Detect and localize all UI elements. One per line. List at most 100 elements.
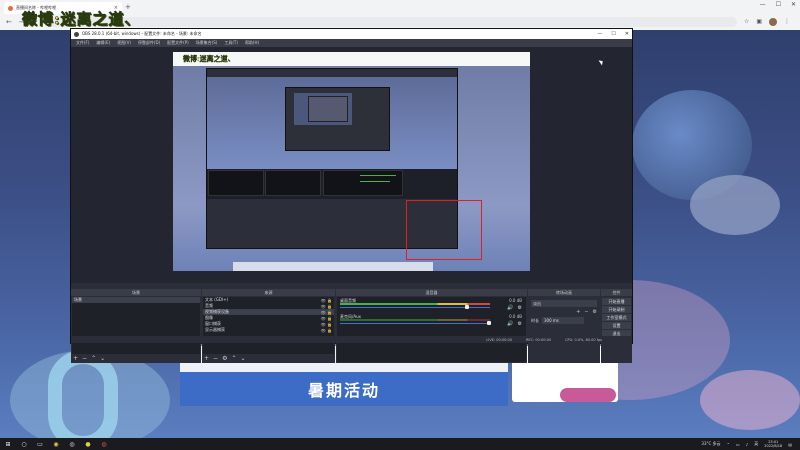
duration-input[interactable]: 300 ms bbox=[542, 317, 584, 324]
clock[interactable]: 23:01 2022/8/18 bbox=[764, 440, 782, 449]
menu-scene-collection[interactable]: 场景集合(S) bbox=[196, 40, 218, 46]
maximize-button[interactable]: ☐ bbox=[776, 1, 781, 8]
volume-fader[interactable] bbox=[340, 323, 490, 324]
notification-icon[interactable]: ▤ bbox=[788, 442, 792, 447]
visibility-lock-icons: 👁 🔒 bbox=[320, 321, 332, 327]
speaker-icon[interactable]: 🔊 bbox=[507, 321, 513, 327]
menu-help[interactable]: 帮助(H) bbox=[245, 40, 259, 46]
source-item[interactable]: 显示器捕获 👁 🔒 bbox=[203, 327, 334, 333]
nested-mixer-dock bbox=[323, 170, 403, 196]
transitions-dock: 转场动画 淡出 + − ⚙ 时长 300 ms bbox=[528, 289, 600, 363]
app-icon[interactable]: ● bbox=[80, 438, 96, 450]
fader-handle[interactable] bbox=[487, 321, 491, 325]
studio-mode-button[interactable]: 工作室模式 bbox=[602, 314, 631, 321]
menu-profile[interactable]: 配置文件(P) bbox=[167, 40, 189, 46]
app-icon[interactable]: ◍ bbox=[96, 438, 112, 450]
page-action-button[interactable] bbox=[560, 388, 616, 402]
selection-box bbox=[406, 200, 482, 260]
back-icon[interactable]: ← bbox=[6, 18, 12, 26]
obs-titlebar: OBS 28.0.1 (64-bit, windows) - 配置文件: 未命名… bbox=[71, 29, 632, 39]
obs-icon[interactable]: ◎ bbox=[64, 438, 80, 450]
volume-meter bbox=[340, 319, 490, 321]
up-icon[interactable]: ⌃ bbox=[231, 355, 236, 362]
gear-icon[interactable]: ⚙ bbox=[593, 309, 597, 315]
duration-label: 时长 bbox=[531, 317, 539, 323]
bookmark-star-icon[interactable]: ☆ bbox=[744, 18, 749, 26]
speaker-icon[interactable]: 🔊 bbox=[507, 305, 513, 311]
controls-header: 控件 bbox=[601, 289, 632, 296]
menu-file[interactable]: 文件(F) bbox=[76, 40, 89, 46]
scenes-dock: 场景 场景 + − ⌃ ⌄ bbox=[71, 289, 201, 363]
page-banner: 暑期活动 bbox=[180, 372, 508, 406]
obs-window-controls: — ☐ ✕ bbox=[597, 31, 629, 37]
nested-obs-window-3 bbox=[308, 96, 348, 122]
search-icon[interactable]: ○ bbox=[16, 438, 32, 450]
add-icon[interactable]: + bbox=[73, 355, 78, 362]
window-controls: — ☐ ✕ bbox=[760, 1, 796, 8]
sources-footer: + − ⚙ ⌃ ⌄ bbox=[204, 355, 333, 362]
windows-start-icon[interactable]: ⊞ bbox=[0, 438, 16, 450]
visibility-lock-icons: 👁 🔒 bbox=[320, 309, 332, 315]
mixer-channel: 麦克风/Aux 0.0 dB 🔊 ⚙ bbox=[337, 313, 526, 329]
close-button[interactable]: ✕ bbox=[791, 1, 796, 8]
weather-text[interactable]: 33°C 多云 bbox=[701, 441, 720, 447]
nested-meter bbox=[360, 175, 396, 176]
channel-buttons: 🔊 ⚙ bbox=[507, 305, 522, 311]
menu-docks[interactable]: 停靠部件(D) bbox=[138, 40, 160, 46]
favicon-icon bbox=[8, 5, 13, 11]
live-status: LIVE: 00:00:00 bbox=[486, 337, 512, 342]
sources-header: 来源 bbox=[202, 289, 335, 296]
task-view-icon[interactable]: ▭ bbox=[32, 438, 48, 450]
obs-logo-icon bbox=[74, 31, 79, 37]
obs-close-button[interactable]: ✕ bbox=[625, 31, 629, 37]
nested-obs-window-2 bbox=[285, 87, 390, 151]
transition-select[interactable]: 淡出 bbox=[531, 300, 597, 307]
clock-date: 2022/8/18 bbox=[764, 444, 783, 448]
profile-avatar[interactable] bbox=[769, 18, 777, 26]
settings-button[interactable]: 设置 bbox=[602, 322, 631, 329]
scenes-footer: + − ⌃ ⌄ bbox=[73, 355, 199, 362]
network-icon[interactable]: ▭ bbox=[736, 442, 740, 447]
taskbar: ⊞ ○ ▭ ◉ ◎ ● ◍ 33°C 多云 ⌃ ▭ ♪ 英 23:01 2022… bbox=[0, 438, 800, 450]
remove-icon[interactable]: − bbox=[82, 355, 87, 362]
extensions-icon[interactable]: ▣ bbox=[756, 18, 762, 26]
gear-icon[interactable]: ⚙ bbox=[518, 305, 522, 311]
nested-scenes-dock bbox=[208, 170, 264, 196]
menu-tools[interactable]: 工具(T) bbox=[224, 40, 238, 46]
start-recording-button[interactable]: 开始录制 bbox=[602, 306, 631, 313]
volume-icon[interactable]: ♪ bbox=[746, 442, 749, 447]
toolbar-icons: ☆ ▣ ⋮ bbox=[744, 18, 790, 26]
add-icon[interactable]: + bbox=[576, 309, 580, 315]
menu-icon[interactable]: ⋮ bbox=[784, 18, 790, 26]
obs-preview[interactable]: 微博:迷离之道、 bbox=[71, 47, 632, 283]
nested-sources-dock bbox=[265, 170, 321, 196]
obs-minimize-button[interactable]: — bbox=[597, 31, 602, 37]
obs-maximize-button[interactable]: ☐ bbox=[611, 31, 615, 37]
address-bar[interactable] bbox=[44, 17, 737, 27]
channel-db: 0.0 dB bbox=[509, 298, 522, 303]
menu-edit[interactable]: 编辑(E) bbox=[96, 40, 110, 46]
start-streaming-button[interactable]: 开始直播 bbox=[602, 298, 631, 305]
scene-item[interactable]: 场景 bbox=[72, 297, 200, 303]
down-icon[interactable]: ⌄ bbox=[100, 355, 105, 362]
preview-page-strip bbox=[233, 262, 433, 271]
system-tray: 33°C 多云 ⌃ ▭ ♪ 英 23:01 2022/8/18 ▤ bbox=[701, 440, 800, 449]
gear-icon[interactable]: ⚙ bbox=[222, 355, 227, 362]
remove-icon[interactable]: − bbox=[584, 309, 588, 315]
gear-icon[interactable]: ⚙ bbox=[518, 321, 522, 327]
down-icon[interactable]: ⌄ bbox=[240, 355, 245, 362]
menu-view[interactable]: 视图(V) bbox=[117, 40, 131, 46]
nested-meter bbox=[360, 181, 390, 182]
chrome-icon[interactable]: ◉ bbox=[48, 438, 64, 450]
page-decoration bbox=[700, 370, 800, 430]
fader-handle[interactable] bbox=[465, 305, 469, 309]
channel-buttons: 🔊 ⚙ bbox=[507, 321, 522, 327]
obs-title: OBS 28.0.1 (64-bit, windows) - 配置文件: 未命名… bbox=[82, 31, 202, 36]
rec-status: REC: 00:00:00 bbox=[525, 337, 552, 342]
add-icon[interactable]: + bbox=[204, 355, 209, 362]
tray-up-icon[interactable]: ⌃ bbox=[727, 442, 730, 447]
ime-indicator[interactable]: 英 bbox=[754, 441, 758, 447]
minimize-button[interactable]: — bbox=[760, 1, 766, 8]
up-icon[interactable]: ⌃ bbox=[91, 355, 96, 362]
remove-icon[interactable]: − bbox=[213, 355, 218, 362]
